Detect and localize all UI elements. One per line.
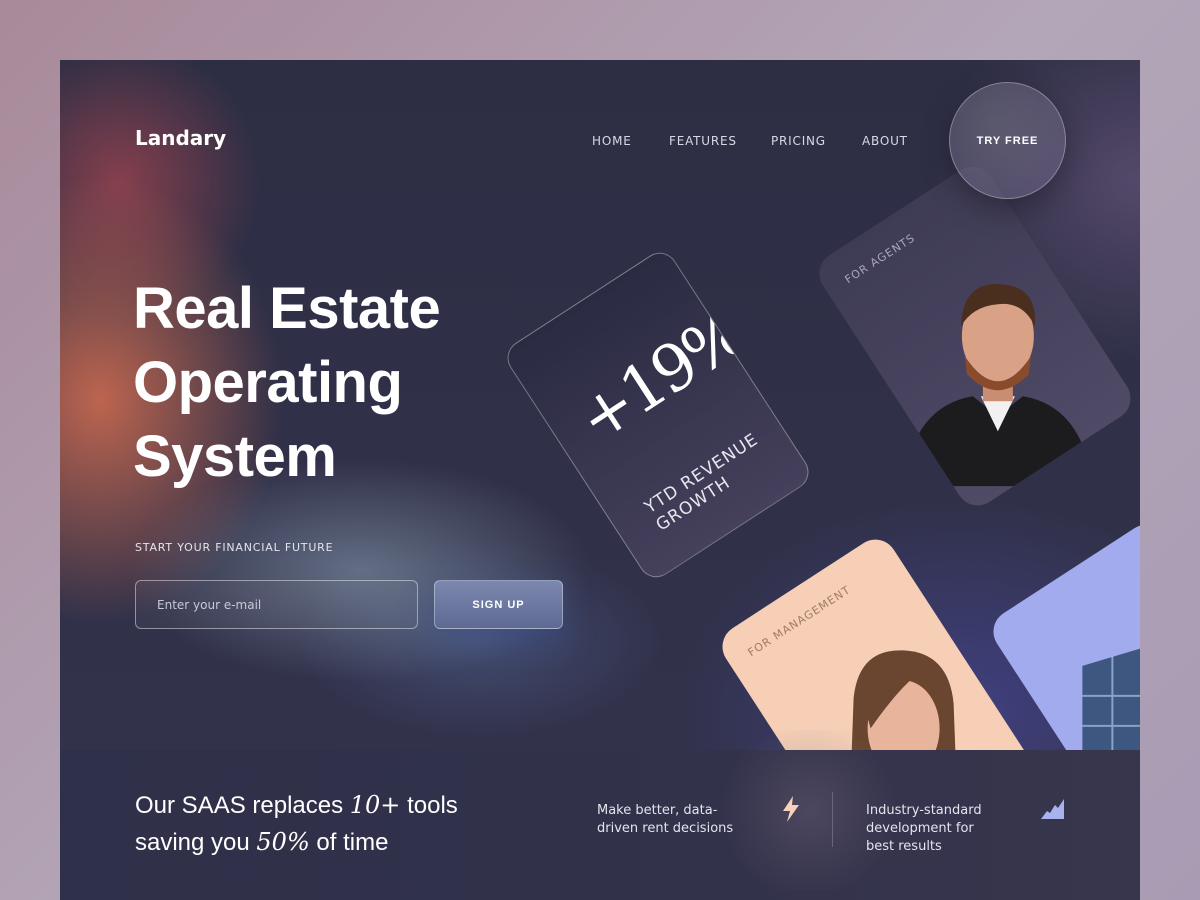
nav-about[interactable]: ABOUT — [862, 134, 908, 148]
tagline-text: of time — [309, 829, 389, 856]
hero-title: Real Estate Operating System — [133, 272, 441, 494]
nav-pricing[interactable]: PRICING — [771, 134, 826, 148]
tagline-text: saving you — [135, 829, 257, 856]
title-line: Real Estate — [133, 276, 441, 341]
feature-industry-standard: Industry-standard development for best r… — [866, 803, 982, 854]
try-free-button[interactable]: TRY FREE — [949, 82, 1066, 199]
tagline-text: Our SAAS replaces — [135, 792, 350, 819]
saas-tagline: Our SAAS replaces 10+ tools saving you 5… — [135, 787, 458, 861]
hero-subtitle: START YOUR FINANCIAL FUTURE — [135, 541, 334, 554]
chart-icon — [1041, 799, 1064, 819]
divider — [832, 792, 833, 847]
title-line: Operating — [133, 350, 403, 415]
tagline-number: 10+ — [349, 791, 401, 819]
tagline-number: 50% — [256, 828, 310, 856]
tagline-text: tools — [400, 792, 458, 819]
title-line: System — [133, 424, 337, 489]
nav-home[interactable]: HOME — [592, 134, 632, 148]
features-strip: Our SAAS replaces 10+ tools saving you 5… — [60, 730, 1140, 900]
lightning-icon — [783, 796, 799, 822]
landing-page: Landary HOME FEATURES PRICING ABOUT TRY … — [60, 60, 1140, 900]
email-input[interactable] — [135, 580, 418, 629]
logo[interactable]: Landary — [135, 126, 226, 150]
sign-up-button[interactable]: SIGN UP — [434, 580, 563, 629]
feature-rent-decisions: Make better, data-driven rent decisions — [597, 803, 734, 836]
nav-features[interactable]: FEATURES — [669, 134, 737, 148]
